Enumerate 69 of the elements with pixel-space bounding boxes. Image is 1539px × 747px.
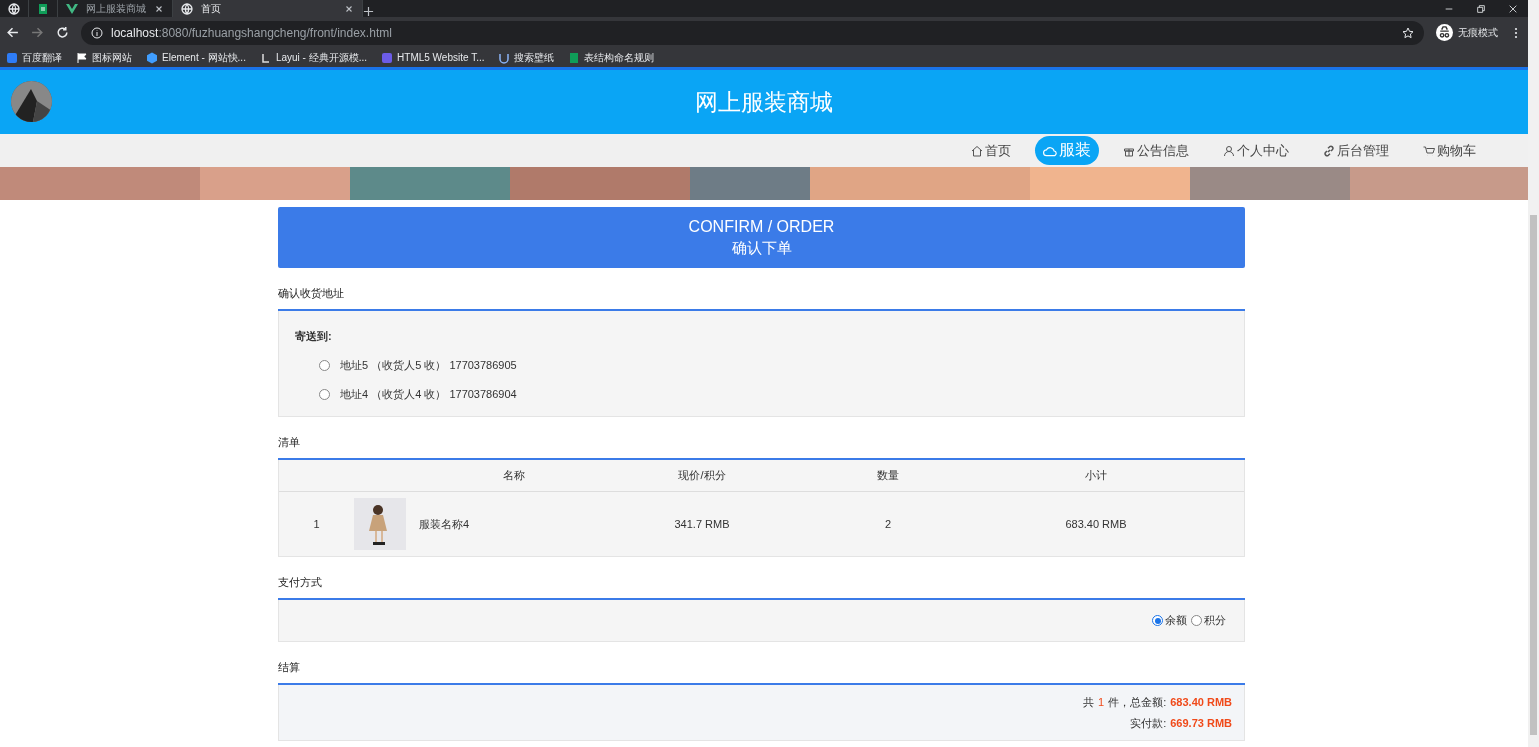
logo-icon xyxy=(11,81,52,122)
browser-tab[interactable]: 首页 xyxy=(173,0,363,17)
flag-icon xyxy=(76,51,88,64)
globe-icon xyxy=(181,2,193,15)
row-number: 1 xyxy=(313,518,320,530)
spreadsheet-icon xyxy=(568,51,581,64)
spreadsheet-icon xyxy=(37,2,49,15)
close-icon xyxy=(154,3,164,14)
v-logo-icon xyxy=(66,2,78,15)
user-icon xyxy=(1223,144,1235,157)
site-title: 网上服装商城 xyxy=(695,87,833,117)
bookmark-link[interactable]: 表结构命名规则 xyxy=(584,50,655,65)
total-label: 件，总金额: xyxy=(1108,694,1167,710)
radio-button[interactable] xyxy=(1152,615,1163,626)
scrollbar-thumb[interactable] xyxy=(1530,215,1537,735)
radio-button[interactable] xyxy=(1191,615,1202,626)
globe-icon xyxy=(8,2,20,15)
address-option: 地址4 （收货人4 收） 17703786904 xyxy=(340,387,517,402)
back-icon xyxy=(6,26,19,39)
bookmark-link[interactable]: HTML5 Website T... xyxy=(397,52,485,63)
ship-to-label: 寄送到: xyxy=(295,329,333,344)
subtotal-cell: 683.40 RMB xyxy=(1065,518,1127,530)
layui-icon xyxy=(259,51,272,64)
nav-link[interactable]: 后台管理 xyxy=(1313,137,1399,164)
nav-link[interactable]: 购物车 xyxy=(1413,137,1486,164)
address-bar[interactable]: localhost:8080/fuzhuangshangcheng/front/index.html xyxy=(81,20,1424,45)
count-label: 共 xyxy=(1083,694,1095,710)
payment-option: 余额 xyxy=(1165,613,1187,628)
total-amount: 683.40 RMB xyxy=(1170,696,1232,708)
restore-icon xyxy=(1476,3,1486,14)
radio-button[interactable] xyxy=(319,360,330,371)
price-cell: 341.7 RMB xyxy=(674,518,730,530)
info-icon xyxy=(91,26,103,39)
nav-link[interactable]: 首页 xyxy=(961,137,1021,164)
column-header: 数量 xyxy=(877,468,899,483)
bookmark-link[interactable]: 搜索壁纸 xyxy=(514,50,555,65)
address-option: 地址5 （收货人5 收） 17703786905 xyxy=(340,358,517,373)
link-icon xyxy=(1323,144,1335,157)
close-icon xyxy=(1508,3,1518,14)
cart-icon xyxy=(1423,144,1435,157)
u-icon xyxy=(498,51,511,64)
new-tab-icon xyxy=(363,6,374,17)
incognito-icon xyxy=(1436,24,1453,41)
bookmark-link[interactable]: Element - 网站快... xyxy=(162,50,246,65)
forward-icon xyxy=(31,26,44,39)
banner-title: CONFIRM / ORDER xyxy=(688,217,835,236)
product-name: 服装名称4 xyxy=(419,516,470,532)
column-header: 小计 xyxy=(1085,468,1107,483)
paid-amount: 669.73 RMB xyxy=(1170,717,1232,729)
payment-option: 积分 xyxy=(1204,613,1226,628)
nav-link[interactable]: 个人中心 xyxy=(1213,137,1299,164)
paid-label: 实付款: xyxy=(1130,715,1167,731)
banner-subtitle: 确认下单 xyxy=(731,238,792,258)
item-count: 1 xyxy=(1098,696,1105,708)
bookmark-link[interactable]: 图标网站 xyxy=(92,50,132,65)
profile-label[interactable]: 无痕模式 xyxy=(1458,25,1498,40)
bookmark-link[interactable]: 百度翻译 xyxy=(22,50,62,65)
column-header: 名称 xyxy=(503,468,525,483)
reload-icon xyxy=(56,26,69,39)
nav-link[interactable]: 公告信息 xyxy=(1113,137,1199,164)
quantity-cell: 2 xyxy=(884,518,892,530)
url-text: localhost:8080/fuzhuangshangcheng/front/index.html xyxy=(111,25,392,40)
close-icon xyxy=(344,3,354,14)
star-icon xyxy=(1402,26,1414,39)
column-header: 现价/积分 xyxy=(678,468,726,483)
home-icon xyxy=(971,144,983,157)
radio-button[interactable] xyxy=(319,389,330,400)
hexagon-icon xyxy=(146,51,158,64)
bookmark-link[interactable]: Layui - 经典开源模... xyxy=(275,50,368,65)
